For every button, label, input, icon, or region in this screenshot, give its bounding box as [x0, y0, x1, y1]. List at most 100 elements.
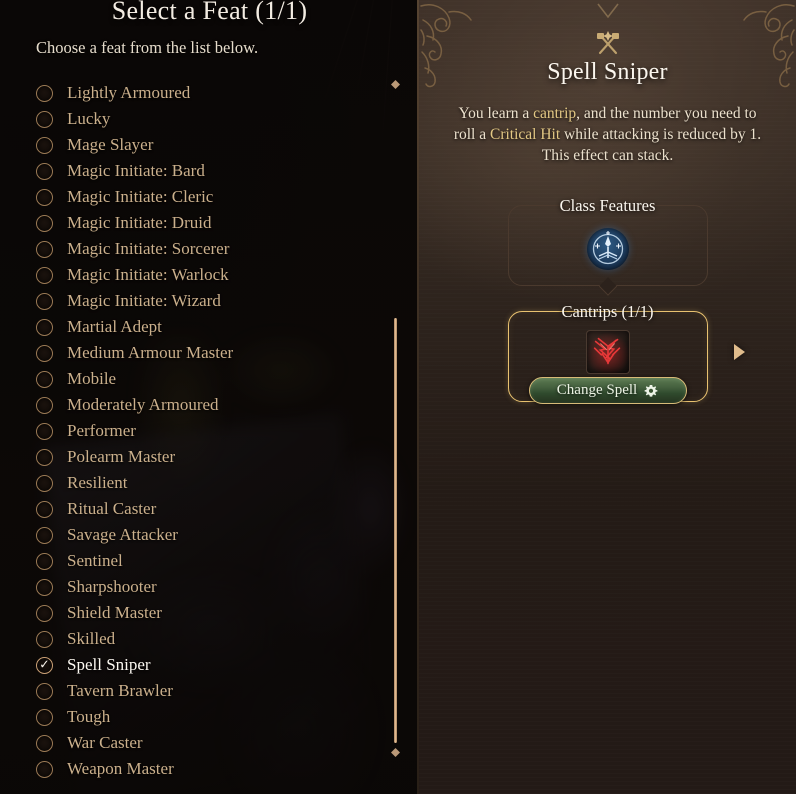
feat-list-item-label: Ritual Caster: [67, 499, 157, 518]
class-features-label: Class Features: [559, 196, 656, 215]
feat-list-item[interactable]: Mage Slayer: [0, 132, 380, 158]
feat-list-item[interactable]: Lightly Armoured: [0, 80, 380, 106]
feat-list-item-label: Magic Initiate: Sorcerer: [67, 239, 230, 258]
feat-list-item-label: Mobile: [67, 369, 117, 388]
description-text: You learn a: [458, 105, 534, 122]
description-keyword: cantrip: [533, 105, 577, 122]
feat-list-item-label: Spell Sniper: [67, 655, 151, 674]
scroll-up-arrow-icon[interactable]: [391, 80, 400, 89]
feat-list-item[interactable]: Shield Master: [0, 600, 380, 626]
scrollbar-thumb[interactable]: [394, 318, 397, 743]
feat-list[interactable]: Lightly Armoured Lucky Mage Slayer Magic In…: [0, 80, 380, 794]
feat-radio-icon[interactable]: [36, 604, 53, 622]
feat-list-item[interactable]: Tough: [0, 704, 380, 730]
feat-list-panel: Select a Feat (1/1) Choose a feat from t…: [0, 0, 419, 794]
feat-radio-icon[interactable]: [36, 110, 53, 128]
next-page-arrow-icon[interactable]: [734, 344, 745, 360]
feat-radio-icon[interactable]: [36, 344, 53, 362]
feat-list-item[interactable]: Magic Initiate: Warlock: [0, 262, 380, 288]
feat-list-item-label: Magic Initiate: Bard: [67, 161, 205, 180]
gear-icon: [644, 384, 658, 397]
page-title: Select a Feat (1/1): [111, 0, 308, 25]
feat-list-item-label: Weapon Master: [67, 759, 174, 778]
feat-list-item[interactable]: Magic Initiate: Cleric: [0, 184, 380, 210]
feat-radio-icon[interactable]: [36, 474, 53, 492]
feat-list-item-label: Shield Master: [67, 603, 162, 622]
feat-list-item-label: Medium Armour Master: [67, 343, 234, 362]
feat-list-item[interactable]: Lucky: [0, 106, 380, 132]
feat-list-item[interactable]: Magic Initiate: Wizard: [0, 288, 380, 314]
feat-list-item-label: Resilient: [67, 473, 128, 492]
feat-radio-icon[interactable]: [36, 734, 53, 752]
feat-radio-icon[interactable]: [36, 188, 53, 206]
feat-radio-icon[interactable]: [36, 240, 53, 258]
feat-list-item-label: Lightly Armoured: [67, 83, 191, 102]
feat-list-item[interactable]: Polearm Master: [0, 444, 380, 470]
feat-list-item-label: Tavern Brawler: [67, 681, 173, 700]
feat-detail-panel: Spell Sniper You learn a cantrip, and th…: [419, 0, 796, 794]
feat-radio-icon[interactable]: [36, 630, 53, 648]
feat-radio-icon[interactable]: [36, 552, 53, 570]
feat-list-item-label: Sharpshooter: [67, 577, 157, 596]
feat-radio-icon[interactable]: [36, 708, 53, 726]
feat-list-item-label: Mage Slayer: [67, 135, 154, 154]
feat-list-item-label: Skilled: [67, 629, 116, 648]
feat-radio-icon[interactable]: [36, 136, 53, 154]
feat-list-scrollbar[interactable]: [388, 80, 402, 780]
feat-list-item[interactable]: Magic Initiate: Druid: [0, 210, 380, 236]
feat-list-item[interactable]: Moderately Armoured: [0, 392, 380, 418]
feat-radio-icon[interactable]: [36, 84, 53, 102]
feat-list-item[interactable]: Resilient: [0, 470, 380, 496]
feat-radio-icon[interactable]: [36, 292, 53, 310]
cantrips-label: Cantrips (1/1): [561, 302, 654, 321]
feat-list-item[interactable]: Spell Sniper: [0, 652, 380, 678]
class-feature-emblem-icon[interactable]: [586, 228, 629, 270]
feat-list-item-label: Magic Initiate: Wizard: [67, 291, 221, 310]
feat-list-item[interactable]: Savage Attacker: [0, 522, 380, 548]
feat-radio-icon[interactable]: [36, 370, 53, 388]
change-spell-button[interactable]: Change Spell: [528, 377, 687, 404]
feat-list-item[interactable]: Tavern Brawler: [0, 678, 380, 704]
feat-radio-icon[interactable]: [36, 422, 53, 440]
feat-list-item-label: Magic Initiate: Warlock: [67, 265, 229, 284]
feat-list-item[interactable]: War Caster: [0, 730, 380, 756]
feat-list-item-label: Magic Initiate: Druid: [67, 213, 212, 232]
page-subtitle: Choose a feat from the list below.: [36, 38, 259, 57]
top-crest-icon: [596, 3, 619, 19]
feat-list-item[interactable]: Sentinel: [0, 548, 380, 574]
feat-list-item[interactable]: Performer: [0, 418, 380, 444]
feat-radio-icon[interactable]: [36, 760, 53, 778]
feat-list-item[interactable]: Magic Initiate: Bard: [0, 158, 380, 184]
feat-list-item-label: War Caster: [67, 733, 143, 752]
feat-list-item[interactable]: Weapon Master: [0, 756, 380, 782]
feat-list-item-label: Polearm Master: [67, 447, 176, 466]
red-lightning-cantrip-icon[interactable]: [585, 330, 630, 374]
feat-radio-icon[interactable]: [36, 526, 53, 544]
feat-list-item-label: Moderately Armoured: [67, 395, 219, 414]
feat-list-item[interactable]: Sharpshooter: [0, 574, 380, 600]
feat-detail-title: Spell Sniper: [547, 59, 668, 85]
feat-radio-icon[interactable]: [36, 318, 53, 336]
description-text: while attacking is reduced by 1. This ef…: [541, 126, 762, 164]
feat-radio-icon[interactable]: [36, 578, 53, 596]
change-spell-label: Change Spell: [556, 382, 638, 398]
class-features-group: Class Features: [507, 196, 708, 296]
description-keyword: Critical Hit: [489, 126, 561, 143]
feat-list-item[interactable]: Ritual Caster: [0, 496, 380, 522]
feat-radio-checked-icon[interactable]: [36, 656, 53, 674]
feat-list-item[interactable]: Martial Adept: [0, 314, 380, 340]
feat-radio-icon[interactable]: [36, 214, 53, 232]
feat-radio-icon[interactable]: [36, 448, 53, 466]
feat-radio-icon[interactable]: [36, 500, 53, 518]
feat-list-item[interactable]: Skilled: [0, 626, 380, 652]
feat-list-item[interactable]: Magic Initiate: Sorcerer: [0, 236, 380, 262]
feat-selection-screen: Select a Feat (1/1) Choose a feat from t…: [0, 0, 796, 794]
feat-list-item[interactable]: Medium Armour Master: [0, 340, 380, 366]
feat-radio-icon[interactable]: [36, 162, 53, 180]
feat-radio-icon[interactable]: [36, 682, 53, 700]
feat-list-item[interactable]: Mobile: [0, 366, 380, 392]
scroll-down-arrow-icon[interactable]: [391, 748, 400, 757]
feat-radio-icon[interactable]: [36, 266, 53, 284]
feat-radio-icon[interactable]: [36, 396, 53, 414]
crossed-hammers-icon: [596, 31, 619, 55]
